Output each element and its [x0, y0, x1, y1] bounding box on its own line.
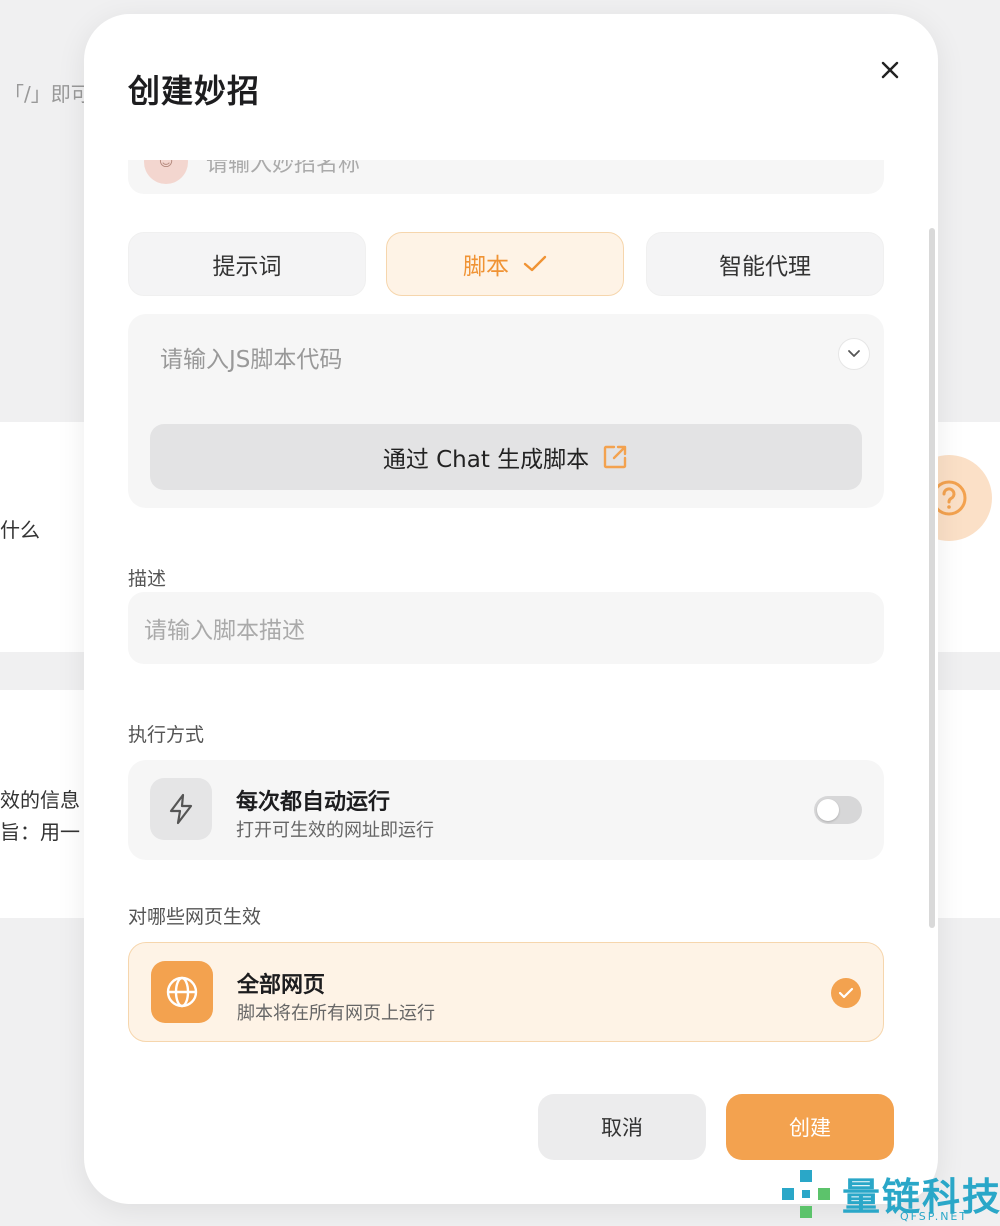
generate-script-label: 通过 Chat 生成脚本 [382, 447, 590, 473]
cancel-button[interactable]: 取消 [538, 1094, 706, 1160]
script-code-editor[interactable]: 请输入JS脚本代码 通过 Chat 生成脚本 [128, 314, 884, 508]
description-input[interactable]: 请输入脚本描述 [128, 592, 884, 664]
generate-script-via-chat-button[interactable]: 通过 Chat 生成脚本 [150, 424, 862, 490]
globe-icon [166, 976, 198, 1008]
scope-all-pages-option[interactable]: 全部网页 脚本将在所有网页上运行 [128, 942, 884, 1042]
dialog-scroll-area[interactable]: ☺ 请输入妙招名称 提示词 脚本 智能代理 请输入JS脚本代码 通过 Chat … [84, 160, 938, 1080]
watermark: 量链科技 QFSP.NET [780, 1164, 1000, 1226]
watermark-logo-icon [782, 1170, 830, 1218]
auto-run-toggle[interactable] [814, 796, 862, 824]
dialog-title: 创建妙招 [128, 72, 261, 110]
auto-run-title: 每次都自动运行 [236, 790, 391, 815]
emoji-avatar-icon[interactable]: ☺ [144, 160, 188, 184]
tab-agent-label: 智能代理 [719, 254, 811, 280]
close-icon [881, 61, 899, 79]
chevron-down-icon [848, 350, 860, 357]
tab-prompt[interactable]: 提示词 [128, 232, 366, 296]
expand-editor-button[interactable] [838, 338, 870, 370]
all-pages-title: 全部网页 [237, 973, 326, 998]
tab-prompt-label: 提示词 [212, 254, 282, 280]
scrollbar[interactable] [929, 228, 935, 928]
external-link-icon [603, 445, 627, 469]
close-button[interactable] [874, 54, 906, 86]
auto-run-subtitle: 打开可生效的网址即运行 [236, 820, 434, 841]
code-placeholder: 请输入JS脚本代码 [160, 347, 343, 373]
create-trick-dialog: 创建妙招 ☺ 请输入妙招名称 提示词 脚本 智能代理 请输入JS脚本代码 通过 … [84, 14, 938, 1204]
scope-label: 对哪些网页生效 [128, 906, 262, 928]
background-card-2-line-2: 旨：用一 [0, 820, 80, 844]
name-input[interactable]: ☺ 请输入妙招名称 [128, 160, 884, 194]
auto-run-icon-box [150, 778, 212, 840]
background-card-1-text: 什么 [0, 518, 40, 542]
background-card-2-line-1: 效的信息 [0, 788, 80, 812]
toggle-knob [817, 799, 839, 821]
background-hint-text: 「/」即可 [4, 82, 91, 106]
selected-check-icon [831, 978, 861, 1008]
execution-label: 执行方式 [128, 724, 205, 746]
all-pages-subtitle: 脚本将在所有网页上运行 [237, 1003, 435, 1024]
tab-script-label: 脚本 [463, 254, 509, 280]
name-input-placeholder: 请输入妙招名称 [206, 160, 361, 177]
tab-agent[interactable]: 智能代理 [646, 232, 884, 296]
lightning-icon [169, 793, 193, 825]
all-pages-icon-box [151, 961, 213, 1023]
description-label: 描述 [128, 568, 167, 590]
tab-script[interactable]: 脚本 [386, 232, 624, 296]
check-icon [523, 255, 547, 272]
create-button[interactable]: 创建 [726, 1094, 894, 1160]
auto-run-option: 每次都自动运行 打开可生效的网址即运行 [128, 760, 884, 860]
watermark-domain: QFSP.NET [900, 1210, 969, 1223]
description-placeholder: 请输入脚本描述 [144, 618, 305, 644]
